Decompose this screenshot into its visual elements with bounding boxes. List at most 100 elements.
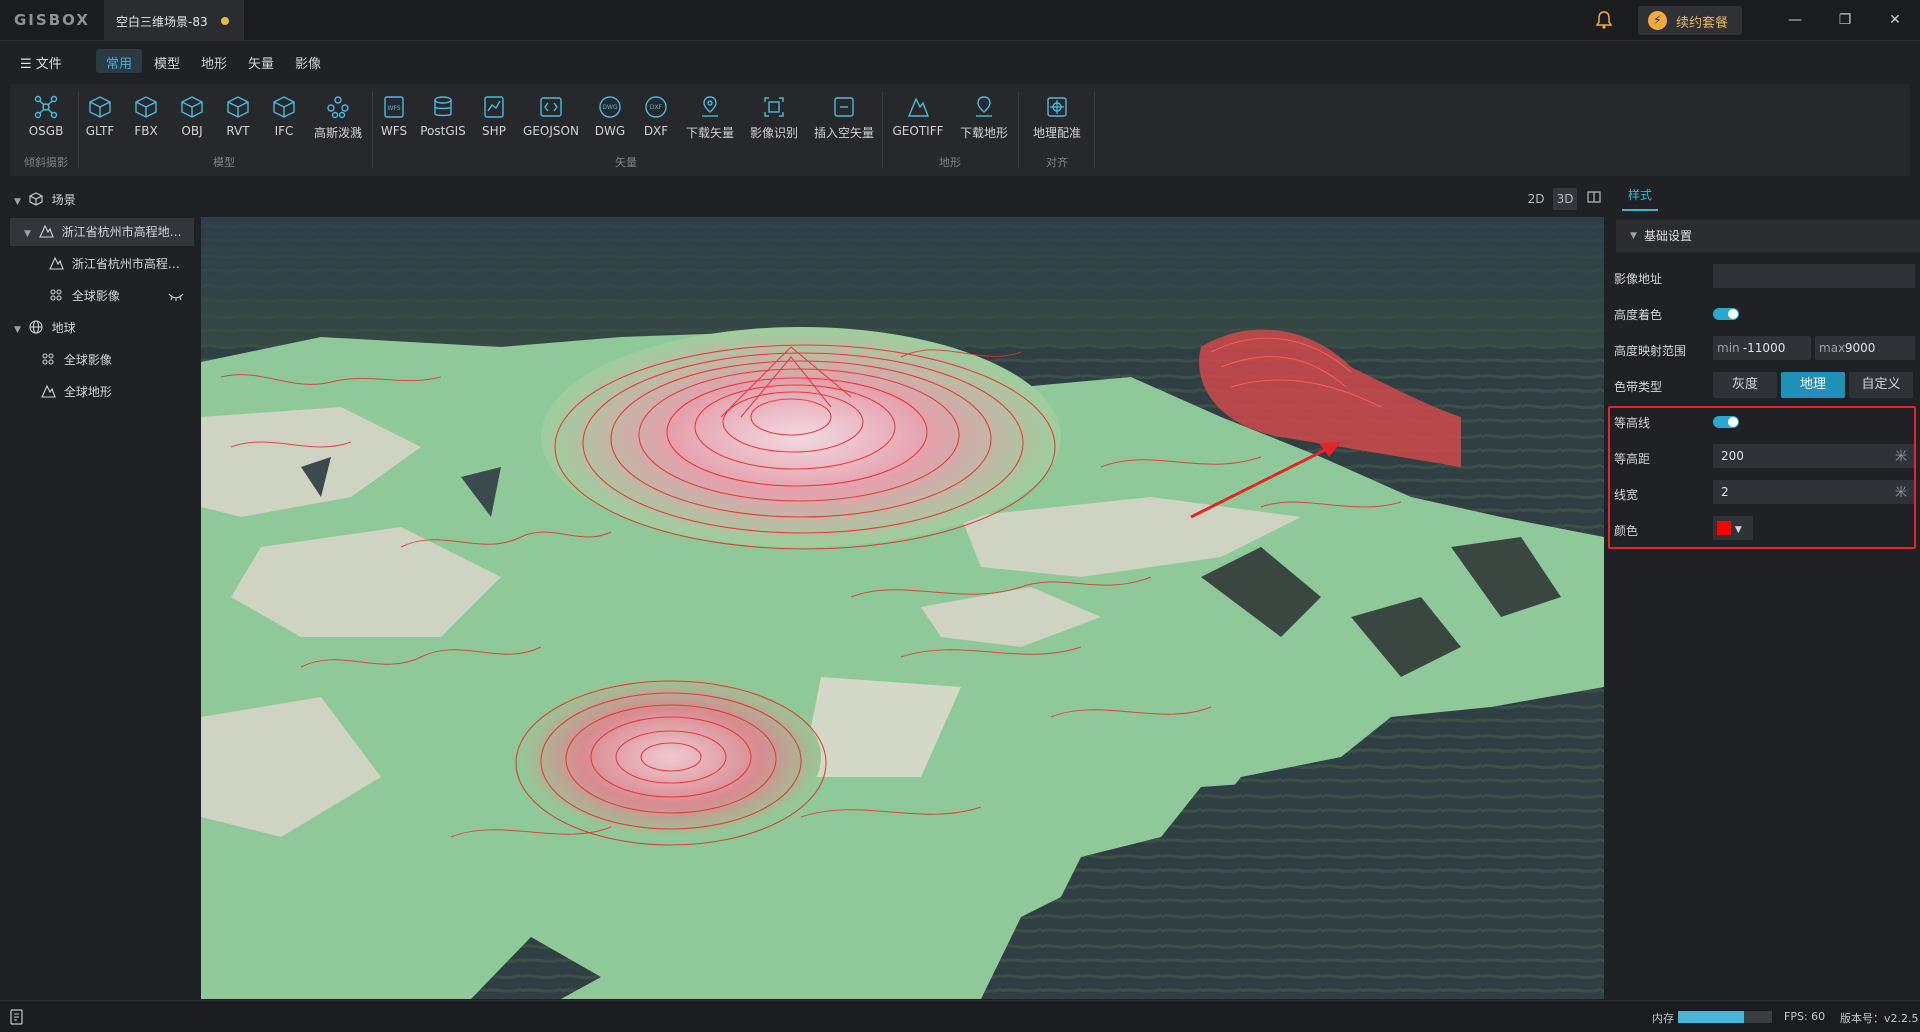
section-title: 基础设置 — [1644, 229, 1693, 243]
shp-tool[interactable]: SHP — [472, 90, 516, 150]
menu-bar: ☰ 文件 常用 模型 地形 矢量 影像 — [0, 42, 1920, 80]
splat-icon — [327, 96, 349, 119]
view-3d-button[interactable]: 3D — [1553, 188, 1577, 210]
geotiff-tool[interactable]: GEOTIFF — [886, 90, 950, 150]
tree-node-earth-imagery[interactable]: 全球影像 — [40, 346, 190, 374]
max-tag: max — [1819, 341, 1846, 355]
tree-node-elevation[interactable]: 浙江省杭州市高程… — [48, 250, 198, 278]
chevron-down-icon[interactable]: ▼ — [14, 316, 24, 344]
tab-terrain[interactable]: 地形 — [191, 49, 237, 73]
height-color-toggle[interactable] — [1713, 308, 1739, 320]
gltf-tool[interactable]: GLTF — [78, 90, 122, 150]
insert-icon — [834, 97, 854, 117]
ribbon-divider — [1094, 92, 1095, 168]
rvt-tool[interactable]: RVT — [216, 90, 260, 150]
geojson-tool[interactable]: GEOJSON — [518, 90, 584, 150]
tree-label: 全球影像 — [63, 353, 112, 367]
cube-icon — [227, 96, 249, 118]
tree-label: 浙江省杭州市高程… — [71, 257, 180, 271]
imagery-url-input[interactable] — [1713, 264, 1915, 288]
fbx-tool[interactable]: FBX — [124, 90, 168, 150]
tab-imagery[interactable]: 影像 — [285, 49, 331, 73]
ribbon-divider — [1018, 92, 1019, 168]
version-label: 版本号：v2.2.5 — [1840, 1012, 1919, 1025]
wfs-tool[interactable]: WFS WFS — [372, 90, 416, 150]
tree-label: 地球 — [51, 321, 76, 335]
tab-common[interactable]: 常用 — [96, 49, 143, 73]
memory-usage-fill — [1678, 1011, 1744, 1023]
shp-label: SHP — [482, 124, 506, 138]
postgis-tool[interactable]: PostGIS — [418, 90, 468, 150]
gaussian-splatting-tool[interactable]: 高斯泼溅 — [306, 90, 370, 150]
memory-usage-bar — [1678, 1011, 1772, 1023]
app-logo: GISBOX — [14, 11, 90, 29]
imagery-icon — [50, 289, 62, 301]
log-icon[interactable] — [10, 1009, 24, 1025]
insert-empty-vector-tool[interactable]: 插入空矢量 — [808, 90, 880, 150]
ifc-tool[interactable]: IFC — [262, 90, 306, 150]
renew-plan-label: 续约套餐 — [1676, 16, 1729, 31]
dxf-tool[interactable]: DXF DXF — [634, 90, 678, 150]
map-3d-viewport[interactable] — [201, 217, 1604, 999]
obj-tool[interactable]: OBJ — [170, 90, 214, 150]
file-menu[interactable]: ☰ 文件 — [20, 53, 62, 72]
max-height-input[interactable]: max 9000 — [1815, 336, 1915, 360]
geotiff-label: GEOTIFF — [892, 124, 944, 138]
tab-model[interactable]: 模型 — [144, 49, 190, 73]
georeference-label: 地理配准 — [1032, 126, 1081, 140]
wfs-label: WFS — [380, 124, 408, 138]
globe-icon — [29, 320, 43, 334]
image-recognition-label: 影像识别 — [749, 126, 798, 140]
download-terrain-tool[interactable]: 下载地形 — [954, 90, 1014, 150]
cube-icon — [29, 192, 43, 206]
ramp-custom-button[interactable]: 自定义 — [1849, 372, 1913, 398]
group-terrain-label: 地形 — [939, 156, 961, 169]
dwg-label: DWG — [594, 124, 626, 138]
download-vector-tool[interactable]: 下载矢量 — [680, 90, 740, 150]
split-view-icon — [1587, 191, 1601, 203]
osgb-tool[interactable]: OSGB — [14, 90, 78, 150]
terrain-scene — [201, 217, 1604, 999]
close-button[interactable]: ✕ — [1882, 8, 1908, 32]
min-height-input[interactable]: min -11000 — [1713, 336, 1811, 360]
terrain-icon — [49, 256, 64, 270]
chevron-down-icon[interactable]: ▼ — [24, 220, 34, 248]
tab-style[interactable]: 样式 — [1622, 184, 1659, 211]
restore-button[interactable]: ❐ — [1832, 8, 1858, 32]
tree-node-global-imagery[interactable]: 全球影像 — [48, 282, 196, 310]
dwg-icon: DWG — [599, 96, 621, 118]
document-tab-label: 空白三维场景-83 — [116, 15, 208, 29]
scan-icon — [764, 97, 784, 117]
geojson-label: GEOJSON — [523, 124, 579, 138]
color-ramp-label: 色带类型 — [1614, 380, 1663, 394]
document-tab[interactable]: 空白三维场景-83 — [104, 0, 244, 41]
tree-node-earth-terrain[interactable]: 全球地形 — [40, 378, 190, 406]
tree-label: 全球地形 — [63, 385, 112, 399]
eye-closed-icon[interactable] — [168, 291, 184, 301]
minimize-button[interactable]: — — [1782, 8, 1808, 32]
ramp-geography-button[interactable]: 地理 — [1781, 372, 1845, 398]
toolbar-ribbon: OSGB 倾斜摄影 GLTF FBX OBJ RVT IFC 高斯泼溅 模型 W… — [10, 84, 1910, 176]
view-split-button[interactable] — [1582, 188, 1606, 210]
georeference-icon — [1047, 97, 1067, 117]
ramp-grayscale-button[interactable]: 灰度 — [1713, 372, 1777, 398]
tab-vector[interactable]: 矢量 — [238, 49, 284, 73]
chevron-down-icon[interactable]: ▼ — [14, 188, 24, 216]
renew-plan-button[interactable]: ⚡ 续约套餐 — [1638, 6, 1742, 35]
group-vector-label: 矢量 — [615, 156, 637, 169]
georeference-tool[interactable]: 地理配准 — [1022, 90, 1092, 150]
insert-empty-vector-label: 插入空矢量 — [813, 126, 874, 140]
tree-node-scene[interactable]: ▼ 场景 — [14, 186, 194, 214]
unsaved-dot-icon — [221, 17, 229, 25]
map-pin-icon — [976, 96, 992, 117]
obj-label: OBJ — [181, 124, 203, 138]
bell-icon[interactable] — [1594, 10, 1614, 30]
tree-node-earth[interactable]: ▼ 地球 — [14, 314, 194, 342]
gaussian-splatting-label: 高斯泼溅 — [313, 126, 362, 140]
view-2d-button[interactable]: 2D — [1524, 188, 1548, 210]
dxf-icon: DXF — [645, 96, 667, 118]
image-recognition-tool[interactable]: 影像识别 — [744, 90, 804, 150]
tree-node-scene-layer[interactable]: ▼ 浙江省杭州市高程地… — [10, 218, 194, 246]
dwg-tool[interactable]: DWG DWG — [588, 90, 632, 150]
section-basic-settings[interactable]: ▼ 基础设置 — [1616, 220, 1920, 252]
